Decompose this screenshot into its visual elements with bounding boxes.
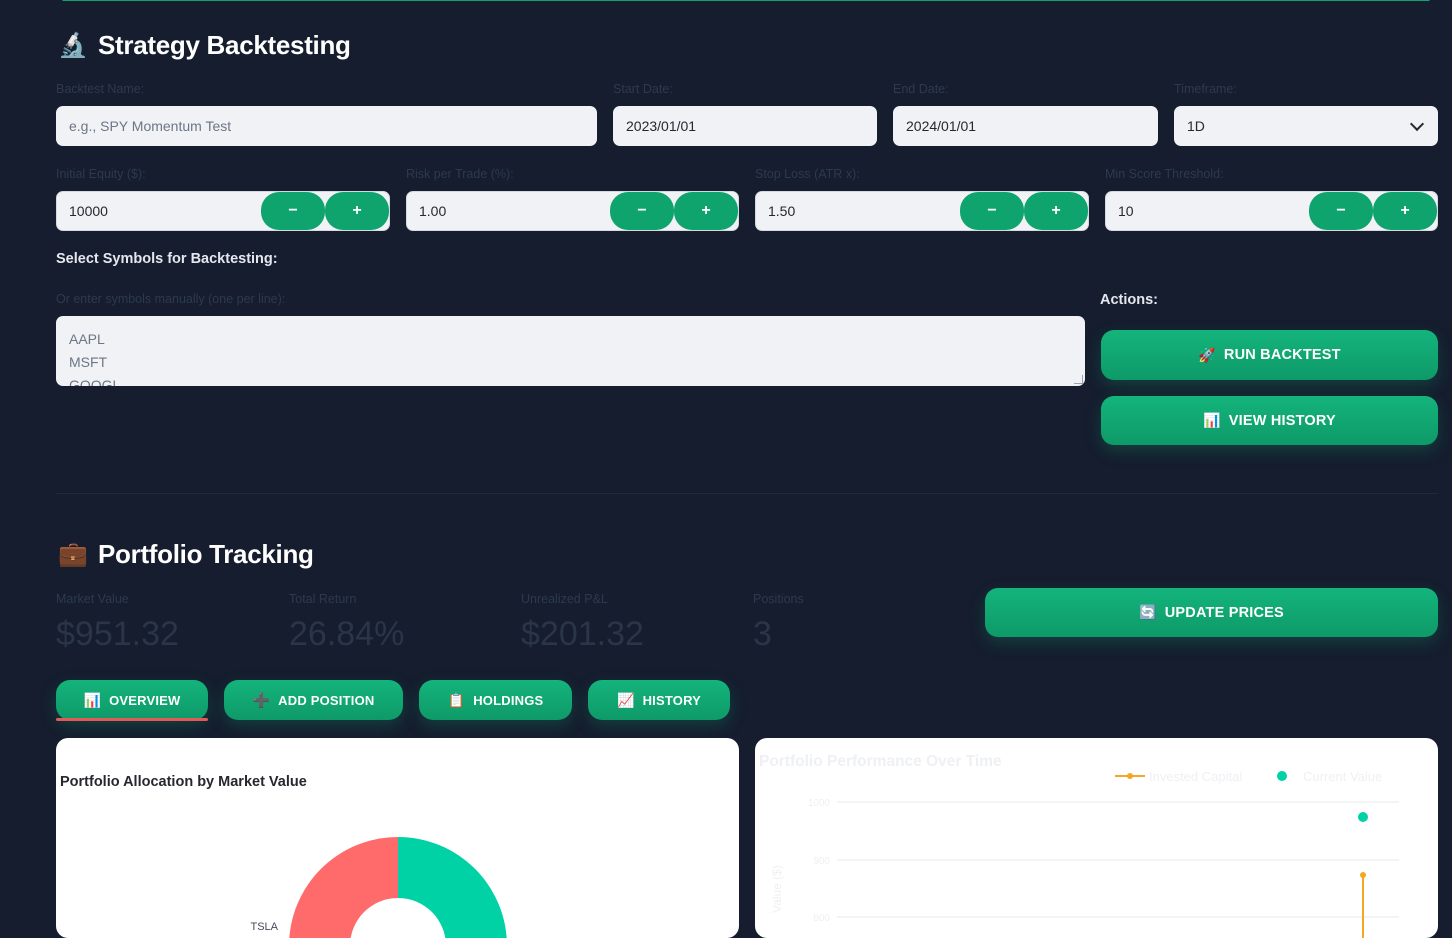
stop-loss-stepper[interactable]: 1.50 − + bbox=[755, 191, 1089, 231]
portfolio-title: 💼 Portfolio Tracking bbox=[58, 539, 314, 570]
backtesting-title-text: Strategy Backtesting bbox=[98, 30, 351, 60]
view-history-label: VIEW HISTORY bbox=[1228, 412, 1336, 429]
refresh-icon: 🔄 bbox=[1139, 604, 1157, 620]
bar-chart-icon: 📊 bbox=[83, 691, 102, 708]
initial-equity-increment-button[interactable]: + bbox=[325, 192, 389, 230]
stop-loss-label: Stop Loss (ATR x): bbox=[755, 167, 860, 181]
active-tab-indicator bbox=[56, 718, 208, 721]
allocation-pie-chart: TSLA bbox=[250, 837, 507, 938]
update-prices-label: UPDATE PRICES bbox=[1164, 604, 1284, 621]
risk-per-trade-input[interactable]: 1.00 bbox=[407, 192, 610, 230]
clipboard-icon: 📋 bbox=[447, 691, 466, 708]
invested-capital-point bbox=[1360, 872, 1366, 878]
min-score-decrement-button[interactable]: − bbox=[1309, 192, 1373, 230]
symbols-textarea[interactable]: AAPL MSFT GOOGL bbox=[56, 316, 1085, 386]
legend-invested-label: Invested Capital bbox=[1149, 769, 1242, 784]
plus-icon: ➕ bbox=[252, 691, 271, 708]
update-prices-button[interactable]: 🔄 UPDATE PRICES bbox=[985, 588, 1438, 637]
backtesting-title: 🔬 Strategy Backtesting bbox=[58, 30, 351, 61]
run-backtest-label: RUN BACKTEST bbox=[1223, 347, 1341, 363]
tab-add-position-label: ADD POSITION bbox=[278, 692, 375, 708]
line-chart-icon: 📈 bbox=[616, 691, 635, 708]
allocation-chart-card: Portfolio Allocation by Market Value TSL… bbox=[56, 738, 739, 938]
end-date-input[interactable]: 2024/01/01 bbox=[893, 106, 1158, 146]
tab-history[interactable]: 📈 HISTORY bbox=[588, 680, 730, 720]
initial-equity-label: Initial Equity ($): bbox=[56, 167, 146, 181]
bar-chart-icon: 📊 bbox=[1203, 412, 1221, 428]
view-history-button[interactable]: 📊 VIEW HISTORY bbox=[1101, 396, 1438, 445]
y-tick-1000: 1000 bbox=[808, 798, 831, 809]
pie-label-tsla: TSLA bbox=[250, 921, 278, 933]
metric-label-unrealized-pnl: Unrealized P&L bbox=[521, 592, 608, 606]
end-date-value: 2024/01/01 bbox=[906, 118, 977, 134]
metric-label-market-value: Market Value bbox=[56, 592, 129, 606]
symbol-line: AAPL bbox=[69, 331, 105, 347]
metric-value-positions: 3 bbox=[753, 615, 772, 653]
legend-invested-marker bbox=[1127, 773, 1133, 779]
backtest-name-input[interactable]: e.g., SPY Momentum Test bbox=[56, 106, 597, 146]
risk-per-trade-stepper[interactable]: 1.00 − + bbox=[406, 191, 739, 231]
timeframe-value: 1D bbox=[1187, 118, 1205, 134]
symbol-line: GOOGL bbox=[69, 377, 121, 386]
metric-label-total-return: Total Return bbox=[289, 592, 357, 606]
min-score-increment-button[interactable]: + bbox=[1373, 192, 1437, 230]
tab-overview-label: OVERVIEW bbox=[109, 692, 181, 708]
manual-symbols-label: Or enter symbols manually (one per line)… bbox=[56, 292, 286, 306]
top-accent-line bbox=[62, 0, 1430, 1]
y-tick-800: 800 bbox=[813, 913, 830, 924]
initial-equity-stepper[interactable]: 10000 − + bbox=[56, 191, 390, 231]
risk-per-trade-increment-button[interactable]: + bbox=[674, 192, 738, 230]
start-date-label: Start Date: bbox=[613, 82, 673, 96]
stop-loss-input[interactable]: 1.50 bbox=[756, 192, 960, 230]
current-value-point bbox=[1358, 812, 1368, 822]
metric-value-total-return: 26.84% bbox=[289, 615, 405, 653]
metric-label-positions: Positions bbox=[753, 592, 804, 606]
legend-current-label: Current Value bbox=[1303, 769, 1382, 784]
stop-loss-decrement-button[interactable]: − bbox=[960, 192, 1024, 230]
risk-per-trade-label: Risk per Trade (%): bbox=[406, 167, 514, 181]
y-tick-900: 900 bbox=[813, 856, 830, 867]
section-divider bbox=[56, 493, 1438, 494]
risk-per-trade-decrement-button[interactable]: − bbox=[610, 192, 674, 230]
min-score-input[interactable]: 10 bbox=[1106, 192, 1309, 230]
end-date-label: End Date: bbox=[893, 82, 949, 96]
stop-loss-increment-button[interactable]: + bbox=[1024, 192, 1088, 230]
resize-handle-icon[interactable] bbox=[1074, 375, 1083, 384]
backtest-name-placeholder: e.g., SPY Momentum Test bbox=[69, 118, 232, 134]
briefcase-icon: 💼 bbox=[58, 541, 88, 568]
legend-current-marker bbox=[1277, 771, 1287, 781]
portfolio-title-text: Portfolio Tracking bbox=[98, 539, 314, 569]
rocket-icon: 🚀 bbox=[1198, 346, 1216, 363]
backtest-name-label: Backtest Name: bbox=[56, 82, 145, 96]
timeframe-label: Timeframe: bbox=[1174, 82, 1237, 96]
performance-line-chart: Invested Capital Current Value 1000 900 … bbox=[770, 769, 1399, 938]
y-axis-label: Value ($) bbox=[770, 865, 784, 913]
symbol-line: MSFT bbox=[69, 354, 108, 370]
actions-label: Actions: bbox=[1100, 292, 1158, 308]
run-backtest-button[interactable]: 🚀 RUN BACKTEST bbox=[1101, 330, 1438, 380]
metric-value-unrealized-pnl: $201.32 bbox=[521, 615, 644, 653]
symbols-heading: Select Symbols for Backtesting: bbox=[56, 251, 278, 267]
microscope-icon: 🔬 bbox=[58, 32, 88, 59]
pie-slice-current bbox=[398, 837, 507, 938]
timeframe-select[interactable]: 1D bbox=[1174, 106, 1438, 146]
tab-overview[interactable]: 📊 OVERVIEW bbox=[56, 680, 208, 720]
tab-holdings-label: HOLDINGS bbox=[473, 692, 544, 708]
pie-slice-tsla bbox=[289, 837, 398, 938]
min-score-label: Min Score Threshold: bbox=[1105, 167, 1224, 181]
initial-equity-input[interactable]: 10000 bbox=[57, 192, 261, 230]
metric-value-market-value: $951.32 bbox=[56, 615, 179, 653]
tab-add-position[interactable]: ➕ ADD POSITION bbox=[224, 680, 403, 720]
initial-equity-decrement-button[interactable]: − bbox=[261, 192, 325, 230]
chevron-down-icon bbox=[1409, 116, 1425, 131]
tab-holdings[interactable]: 📋 HOLDINGS bbox=[419, 680, 572, 720]
start-date-input[interactable]: 2023/01/01 bbox=[613, 106, 877, 146]
tab-history-label: HISTORY bbox=[642, 692, 702, 708]
start-date-value: 2023/01/01 bbox=[626, 118, 697, 134]
performance-chart-card: Portfolio Performance Over Time Invested… bbox=[755, 738, 1438, 938]
min-score-stepper[interactable]: 10 − + bbox=[1105, 191, 1438, 231]
